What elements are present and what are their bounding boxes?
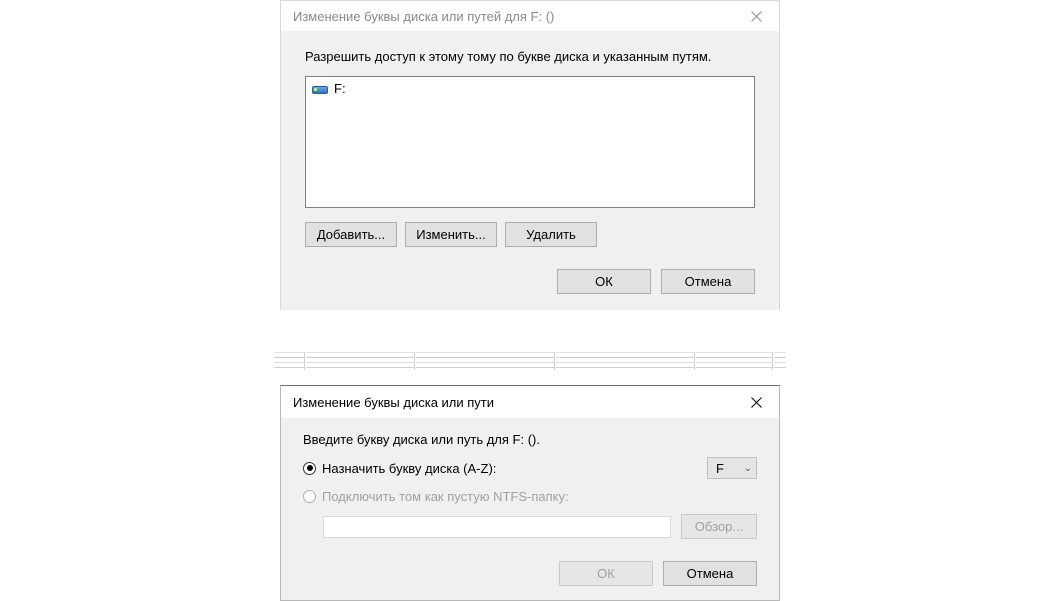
cancel-button[interactable]: Отмена (661, 269, 755, 294)
add-button[interactable]: Добавить... (305, 222, 397, 247)
dialog-title: Изменение буквы диска или путей для F: (… (293, 9, 554, 24)
dialog-body: Введите букву диска или путь для F: (). … (281, 418, 779, 600)
cancel-button[interactable]: Отмена (663, 561, 757, 586)
confirm-button-row: ОК Отмена (303, 561, 757, 586)
background-window-frame (274, 350, 786, 380)
change-button[interactable]: Изменить... (405, 222, 497, 247)
drive-icon (312, 83, 328, 94)
ok-button[interactable]: ОК (557, 269, 651, 294)
assign-letter-row: Назначить букву диска (A-Z): F ⌄ (303, 457, 757, 479)
assign-letter-label: Назначить букву диска (A-Z): (322, 461, 496, 476)
mount-path-input (323, 516, 671, 538)
mount-folder-radio[interactable] (303, 490, 316, 503)
change-drive-letter-sub-dialog: Изменение буквы диска или пути Введите б… (280, 385, 780, 601)
close-icon (751, 11, 762, 22)
mount-folder-row: Подключить том как пустую NTFS-папку: (303, 489, 757, 504)
dialog-body: Разрешить доступ к этому тому по букве д… (281, 31, 779, 310)
mount-folder-label: Подключить том как пустую NTFS-папку: (322, 489, 569, 504)
titlebar: Изменение буквы диска или путей для F: (… (281, 1, 779, 31)
prompt-text: Разрешить доступ к этому тому по букве д… (305, 49, 755, 64)
remove-button[interactable]: Удалить (505, 222, 597, 247)
chevron-down-icon: ⌄ (744, 463, 752, 474)
browse-button: Обзор... (681, 514, 757, 539)
drive-letter-value: F (716, 461, 724, 476)
ok-button: ОК (559, 561, 653, 586)
action-button-row: Добавить... Изменить... Удалить (305, 222, 755, 247)
dialog-title: Изменение буквы диска или пути (293, 395, 494, 410)
intro-text: Введите букву диска или путь для F: (). (303, 432, 757, 447)
list-item-label: F: (334, 81, 346, 96)
close-button[interactable] (733, 1, 779, 31)
close-icon (751, 397, 762, 408)
assign-letter-radio[interactable] (303, 462, 316, 475)
close-button[interactable] (733, 386, 779, 418)
drive-letter-combobox[interactable]: F ⌄ (707, 457, 757, 479)
titlebar: Изменение буквы диска или пути (281, 386, 779, 418)
drive-paths-listbox[interactable]: F: (305, 76, 755, 208)
list-item[interactable]: F: (312, 81, 748, 96)
confirm-button-row: ОК Отмена (305, 269, 755, 294)
mount-path-row: Обзор... (323, 514, 757, 539)
change-drive-letter-main-dialog: Изменение буквы диска или путей для F: (… (280, 0, 780, 310)
